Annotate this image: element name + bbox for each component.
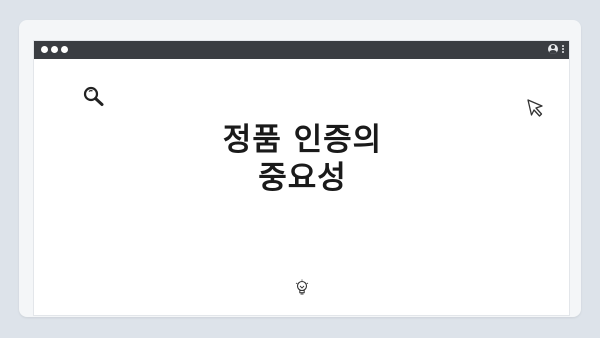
close-dot[interactable] <box>41 46 48 53</box>
maximize-dot[interactable] <box>61 46 68 53</box>
minimize-dot[interactable] <box>51 46 58 53</box>
browser-window: 정품 인증의 중요성 <box>33 40 570 316</box>
slide-canvas: 정품 인증의 중요성 <box>0 0 600 338</box>
title-line-1: 정품 인증의 <box>222 122 383 158</box>
title-line-2: 중요성 <box>258 160 347 196</box>
user-icon[interactable] <box>548 44 558 54</box>
search-icon <box>83 86 104 106</box>
cursor-icon <box>527 99 543 117</box>
titlebar-actions <box>548 44 564 54</box>
page-title: 정품 인증의 중요성 <box>34 121 571 197</box>
window-controls <box>41 46 68 53</box>
kebab-menu-icon[interactable] <box>562 45 564 53</box>
lightbulb-icon <box>295 279 309 295</box>
window-titlebar <box>34 41 569 59</box>
